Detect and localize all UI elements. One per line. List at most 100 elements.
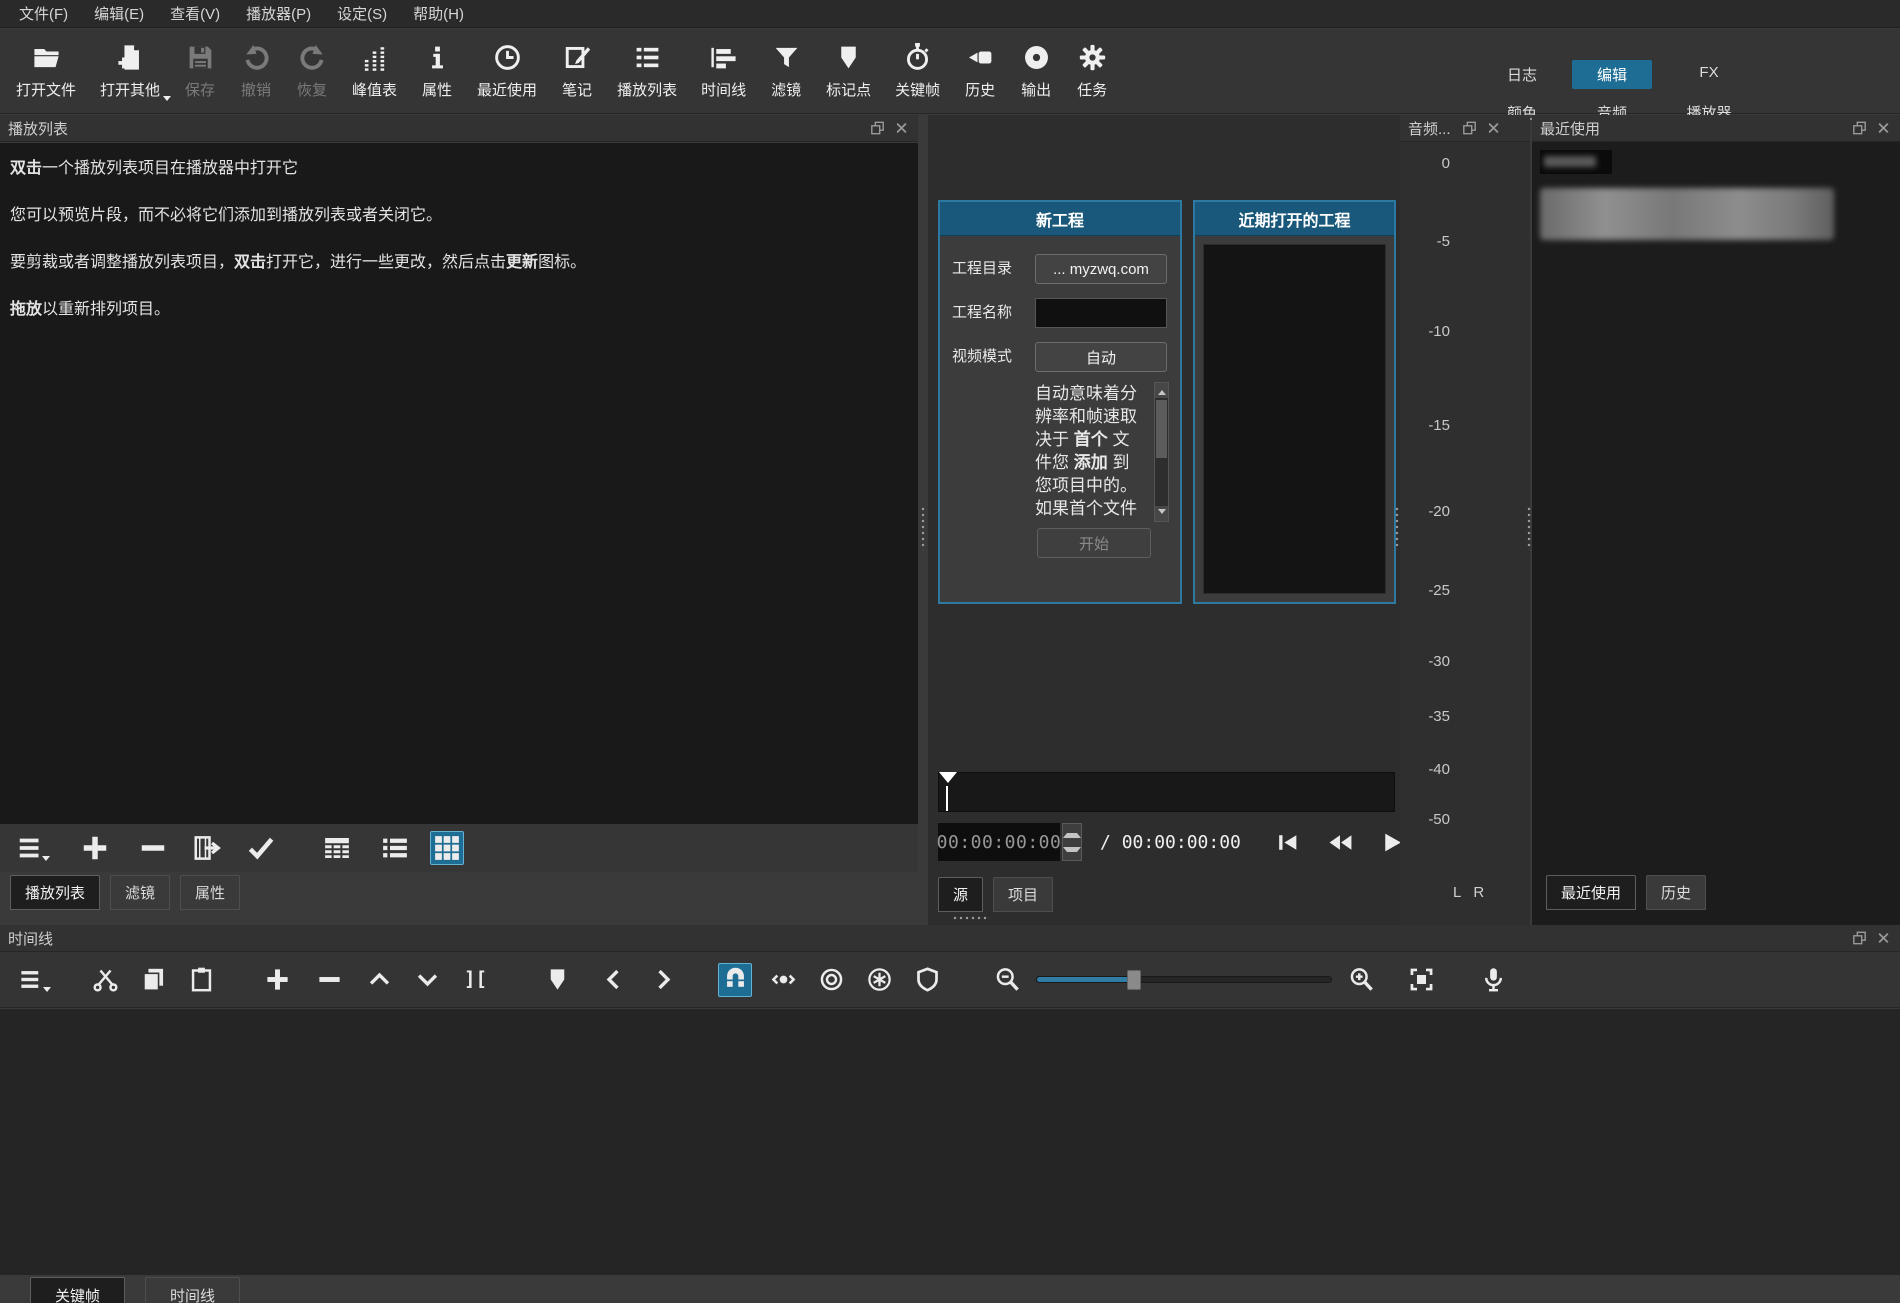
scroll-down-icon[interactable] bbox=[1155, 506, 1168, 521]
tab-properties[interactable]: 属性 bbox=[180, 875, 240, 910]
menu-view[interactable]: 查看(V) bbox=[157, 0, 233, 28]
toolbar-button-properties[interactable]: 属性 bbox=[409, 29, 465, 113]
tab-history[interactable]: 历史 bbox=[1646, 875, 1706, 910]
layout-button-edit[interactable]: 编辑 bbox=[1572, 60, 1652, 89]
toolbar-button-playlist[interactable]: 播放列表 bbox=[605, 29, 689, 113]
video-mode-button[interactable]: 自动 bbox=[1035, 342, 1167, 372]
menu-player[interactable]: 播放器(P) bbox=[233, 0, 324, 28]
step-up-icon[interactable] bbox=[1063, 824, 1081, 842]
layout-button-log[interactable]: 日志 bbox=[1486, 60, 1558, 89]
menu-edit[interactable]: 编辑(E) bbox=[81, 0, 157, 28]
zoom-slider[interactable] bbox=[1036, 976, 1332, 983]
start-button[interactable]: 开始 bbox=[1037, 528, 1151, 558]
dock-handle[interactable] bbox=[952, 915, 990, 921]
float-panel-icon[interactable] bbox=[1851, 931, 1868, 946]
tab-playlist[interactable]: 播放列表 bbox=[10, 875, 100, 910]
toolbar-button-save[interactable]: 保存 bbox=[172, 29, 228, 113]
close-panel-icon[interactable] bbox=[1485, 121, 1502, 136]
step-down-icon[interactable] bbox=[1063, 842, 1081, 860]
float-panel-icon[interactable] bbox=[1461, 121, 1478, 136]
prev-marker-button[interactable] bbox=[596, 963, 630, 997]
toolbar-button-levels[interactable]: 峰值表 bbox=[340, 29, 409, 113]
copy-button[interactable] bbox=[136, 963, 170, 997]
view-details-button[interactable] bbox=[320, 831, 354, 865]
recent-search-redacted[interactable] bbox=[1540, 150, 1612, 174]
scroll-up-icon[interactable] bbox=[1155, 383, 1168, 398]
lift-button[interactable] bbox=[362, 963, 396, 997]
tab-program[interactable]: 项目 bbox=[993, 877, 1053, 912]
ripple-delete-button[interactable] bbox=[312, 963, 346, 997]
ripple-button[interactable] bbox=[814, 963, 848, 997]
toolbar-button-redo[interactable]: 恢复 bbox=[284, 29, 340, 113]
paste-button[interactable] bbox=[184, 963, 218, 997]
tab-filters[interactable]: 滤镜 bbox=[110, 875, 170, 910]
project-name-input[interactable] bbox=[1035, 298, 1167, 328]
toolbar-button-open-other[interactable]: 打开其他 bbox=[88, 29, 172, 113]
close-panel-icon[interactable] bbox=[1875, 121, 1892, 136]
float-panel-icon[interactable] bbox=[869, 121, 886, 136]
toolbar-button-jobs[interactable]: 任务 bbox=[1064, 29, 1120, 113]
scrub-while-dragging-button[interactable] bbox=[766, 963, 800, 997]
splitter-handle[interactable] bbox=[1526, 506, 1532, 550]
record-audio-button[interactable] bbox=[1476, 963, 1510, 997]
split-button[interactable]: ][ bbox=[458, 963, 492, 997]
splitter-handle[interactable] bbox=[1394, 506, 1400, 550]
remove-button[interactable] bbox=[136, 831, 170, 865]
close-panel-icon[interactable] bbox=[893, 121, 910, 136]
rewind-button[interactable] bbox=[1328, 830, 1353, 855]
view-icons-button[interactable] bbox=[430, 831, 464, 865]
tab-timeline[interactable]: 时间线 bbox=[145, 1277, 240, 1303]
next-marker-button[interactable] bbox=[646, 963, 680, 997]
close-panel-icon[interactable] bbox=[1875, 931, 1892, 946]
zoom-out-button[interactable] bbox=[990, 963, 1024, 997]
toolbar-button-recent[interactable]: 最近使用 bbox=[465, 29, 549, 113]
tab-source[interactable]: 源 bbox=[938, 877, 983, 912]
float-panel-icon[interactable] bbox=[1851, 121, 1868, 136]
zoom-in-button[interactable] bbox=[1344, 963, 1378, 997]
splitter-handle[interactable] bbox=[920, 506, 926, 550]
timecode-input[interactable]: 00:00:00:00 bbox=[938, 823, 1060, 861]
menu-help[interactable]: 帮助(H) bbox=[400, 0, 477, 28]
append-button[interactable] bbox=[260, 963, 294, 997]
recent-item-redacted[interactable] bbox=[1540, 188, 1834, 240]
toolbar-button-keyframes[interactable]: 关键帧 bbox=[883, 29, 952, 113]
scrollbar-thumb[interactable] bbox=[1156, 400, 1167, 458]
timecode-stepper[interactable] bbox=[1062, 823, 1082, 861]
playlist-hint-4: 拖放以重新排列项目。 bbox=[10, 299, 908, 320]
menu-file[interactable]: 文件(F) bbox=[6, 0, 81, 28]
layout-button-fx[interactable]: FX bbox=[1666, 60, 1752, 89]
playlist-icon bbox=[631, 42, 663, 72]
toolbar-button-markers[interactable]: 标记点 bbox=[814, 29, 883, 113]
view-tiles-button[interactable] bbox=[378, 831, 412, 865]
marker-button[interactable] bbox=[540, 963, 574, 997]
overwrite-button[interactable] bbox=[410, 963, 444, 997]
playlist-menu-button[interactable] bbox=[14, 831, 48, 865]
append-button[interactable] bbox=[78, 831, 112, 865]
timeline-menu-button[interactable] bbox=[14, 963, 48, 997]
cut-button[interactable] bbox=[88, 963, 122, 997]
toolbar-button-export[interactable]: 输出 bbox=[1008, 29, 1064, 113]
toolbar-button-filters[interactable]: 滤镜 bbox=[758, 29, 814, 113]
snap-button[interactable] bbox=[718, 963, 752, 997]
tab-keyframes[interactable]: 关键帧 bbox=[30, 1277, 125, 1303]
zoom-fit-button[interactable] bbox=[1404, 963, 1438, 997]
toolbar-button-undo[interactable]: 撤销 bbox=[228, 29, 284, 113]
seek-bar[interactable] bbox=[938, 772, 1395, 812]
update-button[interactable] bbox=[244, 831, 278, 865]
zoom-slider-handle[interactable] bbox=[1127, 970, 1141, 990]
skip-start-button[interactable] bbox=[1275, 830, 1300, 855]
ripple-markers-button[interactable] bbox=[910, 963, 944, 997]
toolbar-button-notes[interactable]: 笔记 bbox=[549, 29, 605, 113]
toolbar-button-timeline[interactable]: 时间线 bbox=[689, 29, 758, 113]
project-folder-button[interactable]: ... myzwq.com bbox=[1035, 254, 1167, 284]
menu-settings[interactable]: 设定(S) bbox=[324, 0, 400, 28]
tab-recent[interactable]: 最近使用 bbox=[1546, 875, 1636, 910]
toolbar-button-open-file[interactable]: 打开文件 bbox=[4, 29, 88, 113]
ripple-all-tracks-button[interactable] bbox=[862, 963, 896, 997]
toolbar-button-history[interactable]: 历史 bbox=[952, 29, 1008, 113]
playhead-icon[interactable] bbox=[939, 772, 957, 792]
open-as-clip-button[interactable] bbox=[190, 831, 224, 865]
timeline-tracks-area[interactable] bbox=[0, 1009, 1900, 1275]
help-scrollbar[interactable] bbox=[1154, 382, 1169, 522]
recent-projects-list[interactable] bbox=[1203, 244, 1386, 594]
